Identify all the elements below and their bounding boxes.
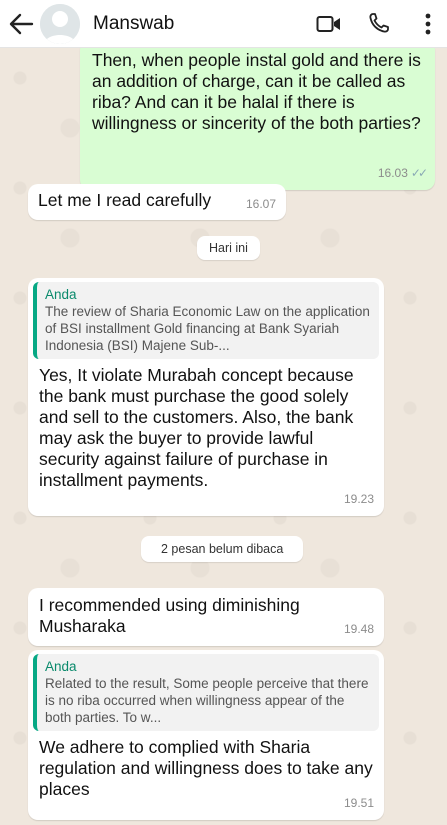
quoted-message[interactable]: Anda The review of Sharia Economic Law o… — [33, 282, 379, 359]
video-call-icon[interactable] — [316, 14, 342, 34]
phone-icon[interactable] — [368, 12, 390, 34]
message-outgoing[interactable]: Then, when people instal gold and there … — [80, 48, 435, 190]
message-time: 16.03 ✓✓ — [377, 163, 428, 184]
message-incoming[interactable]: Let me I read carefully 16.07 — [28, 184, 286, 220]
message-incoming-reply[interactable]: Anda Related to the result, Some people … — [28, 650, 384, 820]
date-separator: Hari ini — [197, 236, 260, 260]
message-timestamp: 16.03 — [377, 166, 408, 180]
avatar[interactable] — [40, 4, 80, 44]
message-text: Then, when people instal gold and there … — [92, 50, 426, 133]
quote-text: Related to the result, Some people perce… — [45, 676, 369, 725]
message-incoming-reply[interactable]: Anda The review of Sharia Economic Law o… — [28, 278, 384, 516]
quote-author: Anda — [45, 287, 77, 302]
avatar-placeholder-icon — [40, 4, 80, 44]
message-timestamp: 16.07 — [245, 197, 276, 211]
message-text: We adhere to complied with Sharia regula… — [39, 737, 378, 799]
quoted-message[interactable]: Anda Related to the result, Some people … — [33, 654, 379, 731]
contact-name[interactable]: Manswab — [93, 13, 174, 35]
more-options-icon[interactable] — [424, 12, 432, 36]
unread-messages-banner: 2 pesan belum dibaca — [141, 536, 304, 562]
message-text: Yes, It violate Murabah concept because … — [39, 365, 359, 490]
chat-area[interactable]: Then, when people instal gold and there … — [0, 48, 447, 825]
chat-header: Manswab — [0, 0, 447, 48]
message-timestamp: 19.48 — [343, 622, 374, 636]
message-text: Let me I read carefully — [38, 190, 212, 210]
read-receipt-icon: ✓✓ — [410, 166, 428, 180]
message-timestamp: 19.51 — [343, 796, 374, 810]
message-incoming[interactable]: I recommended using diminishing Musharak… — [28, 588, 384, 646]
message-timestamp: 19.23 — [343, 492, 374, 506]
back-arrow-icon[interactable] — [8, 12, 34, 36]
quote-text: The review of Sharia Economic Law on the… — [45, 304, 370, 353]
quote-author: Anda — [45, 659, 77, 674]
message-text: I recommended using diminishing Musharak… — [39, 595, 305, 636]
